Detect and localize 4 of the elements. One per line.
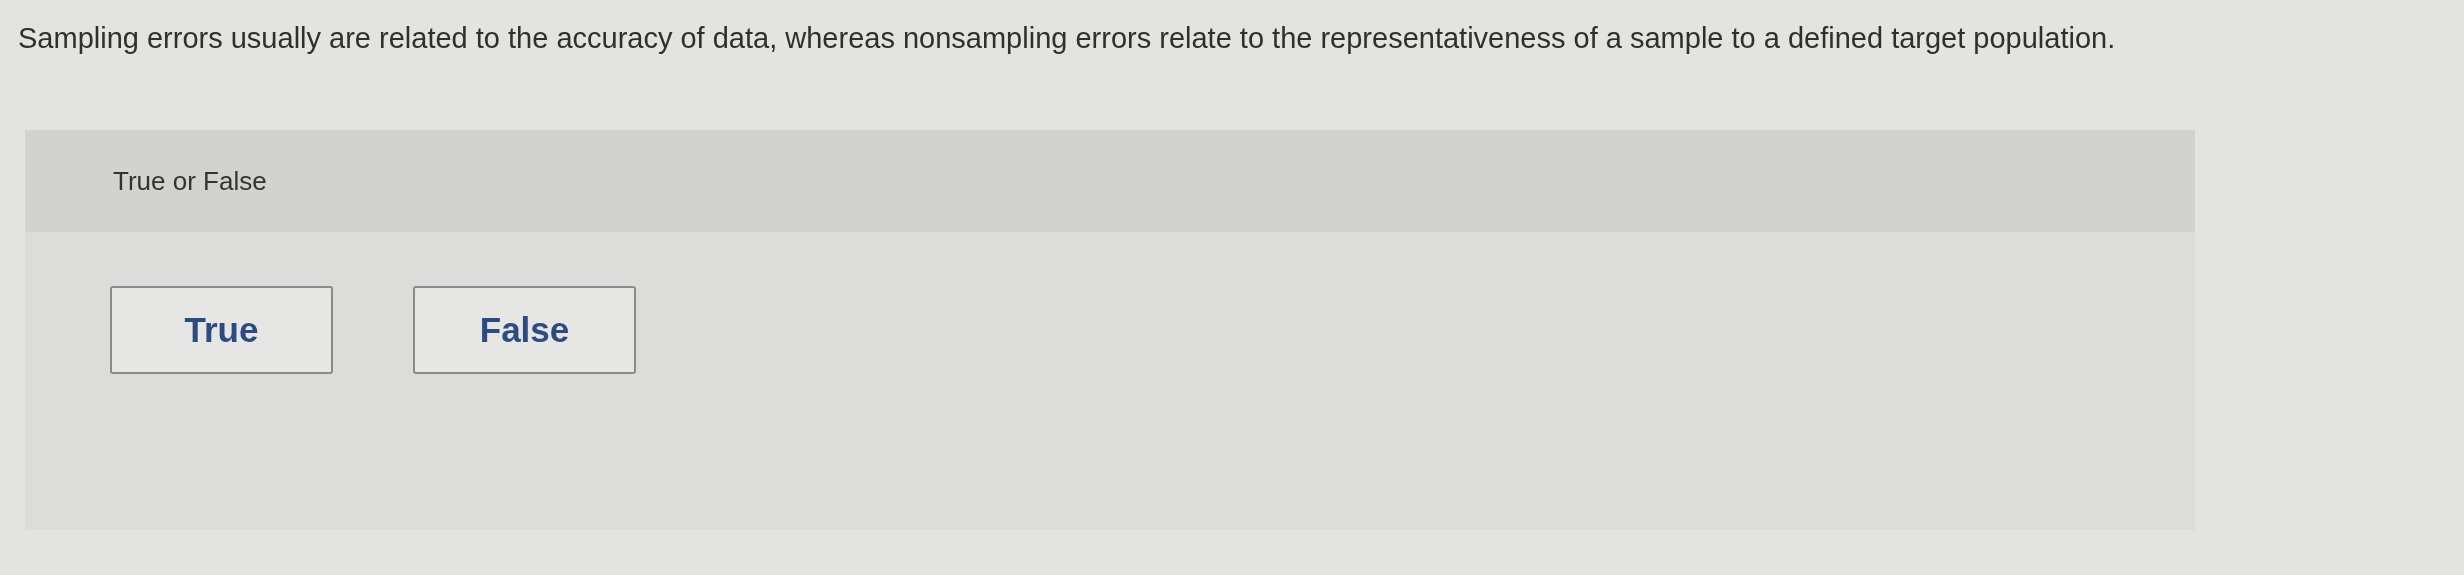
answer-option-button[interactable]: True bbox=[110, 286, 333, 374]
panel-heading: True or False bbox=[113, 165, 267, 197]
answer-option-button[interactable]: False bbox=[413, 286, 636, 374]
question-text: Sampling errors usually are related to the accuracy of data, whereas nonsampling errors relate to the representativeness of a sample to a defined target population. bbox=[18, 21, 2117, 56]
